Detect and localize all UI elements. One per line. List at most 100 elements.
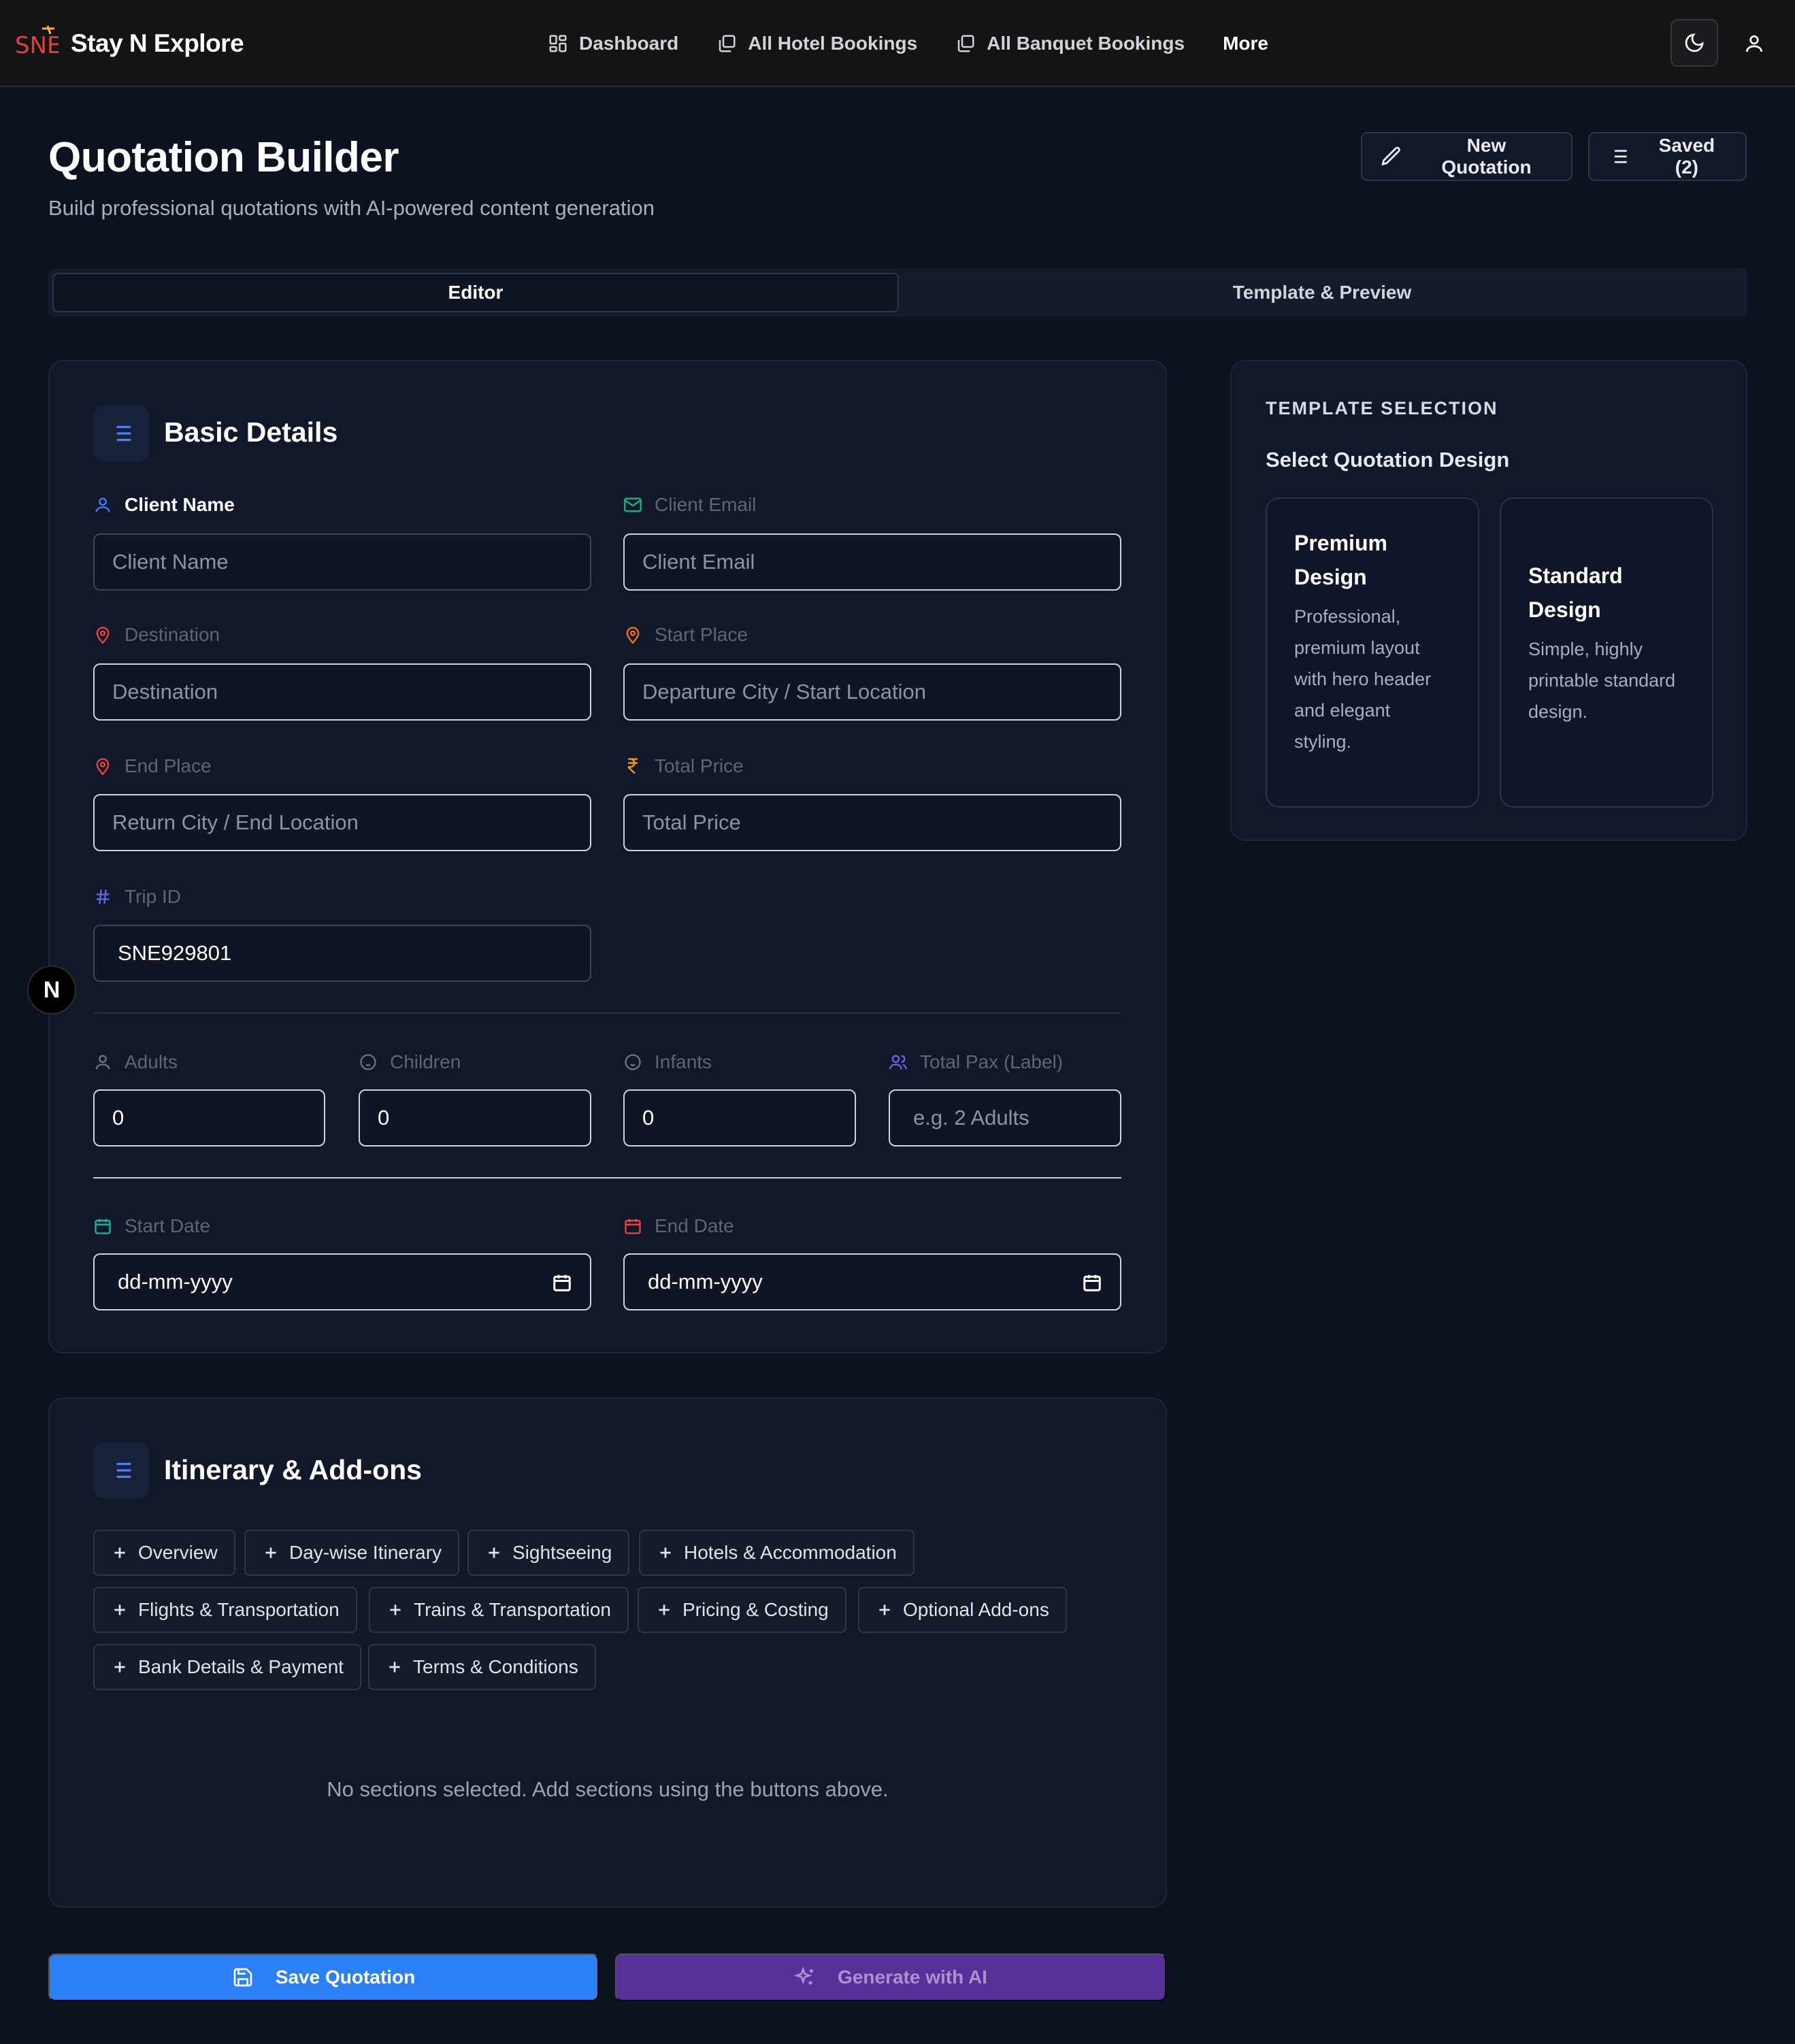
client-name-label: Client Name xyxy=(93,494,235,516)
copy-icon xyxy=(957,35,974,52)
start-date-input[interactable]: dd-mm-yyyy xyxy=(93,1253,591,1311)
total-pax-label: Total Pax (Label) xyxy=(889,1051,1063,1073)
chip-label: Flights & Transportation xyxy=(138,1599,340,1620)
add-day-wise-itinerary-button[interactable]: Day-wise Itinerary xyxy=(244,1530,460,1576)
add-sightseeing-button[interactable]: Sightseeing xyxy=(467,1530,630,1576)
infants-label-text: Infants xyxy=(655,1051,712,1072)
generate-ai-label: Generate with AI xyxy=(838,1966,987,1988)
template-eyebrow: TEMPLATE SELECTION xyxy=(1266,398,1498,418)
add-trains-button[interactable]: Trains & Transportation xyxy=(369,1587,629,1633)
moon-icon xyxy=(1685,33,1704,52)
calendar-icon xyxy=(95,1219,111,1234)
adults-label-text: Adults xyxy=(125,1051,178,1072)
end-date-input[interactable]: dd-mm-yyyy xyxy=(623,1253,1121,1311)
end-place-input[interactable]: Return City / End Location xyxy=(93,794,591,851)
tab-template-preview[interactable]: Template & Preview xyxy=(900,273,1744,312)
chip-label: Trains & Transportation xyxy=(414,1599,611,1620)
infants-label: Infants xyxy=(623,1051,712,1073)
add-pricing-button[interactable]: Pricing & Costing xyxy=(638,1587,846,1633)
template-description: Professional, premium layout with hero h… xyxy=(1294,606,1432,752)
start-date-value: dd-mm-yyyy xyxy=(118,1270,233,1293)
chip-label: Sightseeing xyxy=(512,1542,612,1563)
add-terms-button[interactable]: Terms & Conditions xyxy=(368,1644,596,1690)
add-flights-button[interactable]: Flights & Transportation xyxy=(93,1587,357,1633)
chip-label: Optional Add-ons xyxy=(903,1599,1049,1620)
adults-input[interactable]: 0 xyxy=(93,1089,325,1147)
plus-icon xyxy=(390,1604,401,1615)
add-overview-button[interactable]: Overview xyxy=(93,1530,235,1576)
mail-icon xyxy=(624,497,642,512)
nav-label: Dashboard xyxy=(579,33,679,54)
page-subtitle: Build professional quotations with AI-po… xyxy=(48,196,655,220)
top-navbar: SNE Stay N Explore Dashboard All Hotel B… xyxy=(0,0,1795,87)
user-menu-button[interactable] xyxy=(1742,31,1766,56)
destination-input[interactable]: Destination xyxy=(93,663,591,721)
nav-hotel-bookings[interactable]: All Hotel Bookings xyxy=(717,33,917,54)
new-quotation-button[interactable]: New Quotation xyxy=(1361,132,1572,181)
end-place-label-text: End Place xyxy=(125,755,212,776)
add-hotels-button[interactable]: Hotels & Accommodation xyxy=(639,1530,915,1576)
plus-icon xyxy=(879,1604,890,1615)
saved-quotations-button[interactable]: Saved (2) xyxy=(1588,132,1747,181)
map-pin-icon xyxy=(626,627,640,644)
add-optional-addons-button[interactable]: Optional Add-ons xyxy=(858,1587,1067,1633)
plus-icon xyxy=(659,1604,670,1615)
sparkles-icon xyxy=(794,1966,814,1985)
nav-dashboard[interactable]: Dashboard xyxy=(548,33,678,54)
save-quotation-label: Save Quotation xyxy=(275,1966,416,1988)
new-quotation-label: New Quotation xyxy=(1441,135,1532,178)
nav-banquet-bookings[interactable]: All Banquet Bookings xyxy=(955,33,1185,54)
template-heading: Select Quotation Design xyxy=(1266,448,1510,472)
trip-id-input[interactable]: SNE929801 xyxy=(93,925,591,982)
template-option-standard[interactable]: Standard Design Simple, highly printable… xyxy=(1500,497,1713,808)
template-option-premium[interactable]: Premium Design Professional, premium lay… xyxy=(1266,497,1479,808)
client-email-input[interactable]: Client Email xyxy=(623,533,1121,591)
infants-input[interactable]: 0 xyxy=(623,1089,856,1147)
plus-icon xyxy=(489,1547,499,1558)
start-place-label-text: Start Place xyxy=(655,624,748,645)
calendar-icon[interactable] xyxy=(1082,1272,1102,1293)
generate-ai-button[interactable]: Generate with AI xyxy=(615,1954,1166,2001)
editor-tabs: Editor Template & Preview xyxy=(48,269,1747,316)
add-bank-details-button[interactable]: Bank Details & Payment xyxy=(93,1644,361,1690)
baby-icon xyxy=(360,1054,376,1070)
nav-more[interactable]: More xyxy=(1223,33,1268,54)
list-icon xyxy=(1610,150,1627,163)
destination-label-text: Destination xyxy=(125,624,220,645)
trip-id-label: Trip ID xyxy=(93,886,181,908)
map-pin-icon xyxy=(96,627,110,644)
rupee-icon xyxy=(627,758,638,774)
grid-icon xyxy=(549,35,567,52)
tab-editor[interactable]: Editor xyxy=(52,273,899,312)
dev-tools-badge[interactable]: N xyxy=(27,966,76,1015)
theme-toggle-button[interactable] xyxy=(1670,19,1718,67)
start-place-input[interactable]: Departure City / Start Location xyxy=(623,663,1121,721)
user-icon xyxy=(95,497,110,512)
children-input[interactable]: 0 xyxy=(359,1089,591,1147)
saved-quotations-label: Saved (2) xyxy=(1658,135,1715,178)
children-label: Children xyxy=(359,1051,461,1073)
end-date-value: dd-mm-yyyy xyxy=(648,1270,763,1293)
brand[interactable]: SNE Stay N Explore xyxy=(15,23,244,64)
total-price-input[interactable]: Total Price xyxy=(623,794,1121,851)
chip-label: Day-wise Itinerary xyxy=(289,1542,442,1563)
total-pax-input[interactable]: e.g. 2 Adults xyxy=(889,1089,1121,1147)
client-email-label: Client Email xyxy=(623,494,756,516)
baby-icon xyxy=(625,1054,641,1070)
total-pax-label-text: Total Pax (Label) xyxy=(920,1051,1064,1072)
start-date-label: Start Date xyxy=(93,1215,210,1237)
calendar-icon[interactable] xyxy=(552,1272,572,1293)
plus-icon xyxy=(389,1662,400,1672)
brand-logo: SNE xyxy=(15,25,59,59)
calendar-icon xyxy=(625,1219,641,1234)
pencil-icon xyxy=(1381,146,1400,166)
chip-label: Hotels & Accommodation xyxy=(684,1542,897,1563)
save-quotation-button[interactable]: Save Quotation xyxy=(48,1954,599,2001)
chip-label: Overview xyxy=(138,1542,218,1563)
client-name-input[interactable]: Client Name xyxy=(93,533,591,591)
users-icon xyxy=(889,1055,907,1070)
plus-icon xyxy=(114,1662,125,1672)
plus-icon xyxy=(114,1547,125,1558)
basic-details-title: Basic Details xyxy=(164,416,338,448)
main-nav: Dashboard All Hotel Bookings All Banquet… xyxy=(548,24,1268,63)
